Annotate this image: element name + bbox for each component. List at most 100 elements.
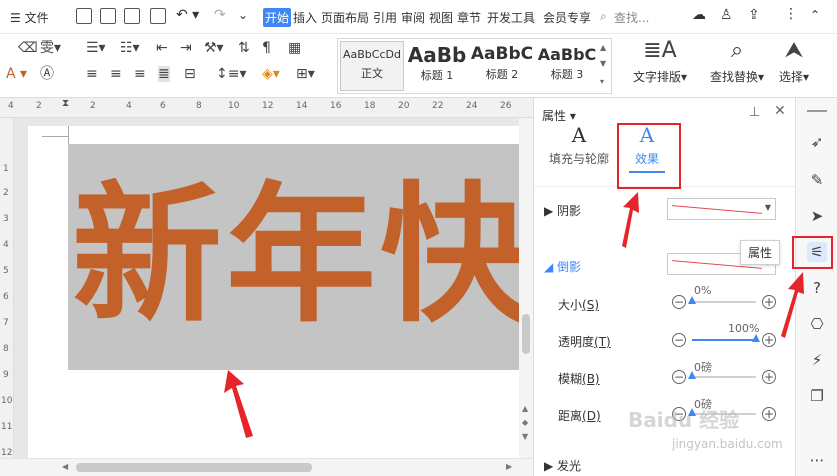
line-spacing-icon[interactable]: ↕≡▾ [216,66,247,82]
style-heading-2[interactable]: AaBbC 标题 2 [470,41,534,91]
align-left-icon[interactable]: ≡ [86,66,98,82]
indent-icon[interactable]: ⇤ [156,40,168,56]
tab-start[interactable]: 开始 [263,8,292,27]
document-page[interactable]: 新年快乐 [28,126,519,466]
prev-page-icon[interactable]: ◆ [522,418,528,427]
size-slider[interactable]: − 0% + [672,284,776,312]
scroll-right-icon[interactable]: ▶ [506,462,512,471]
file-menu[interactable]: ☰ 文件 [10,9,49,26]
bullet-list-icon[interactable]: ☰▾ [86,40,106,56]
blur-slider[interactable]: − 0磅 + [672,361,776,387]
more-icon[interactable]: ⌄ [238,8,248,22]
print-icon[interactable] [124,8,140,24]
chinese-layout-icon[interactable]: ⚒▾ [204,40,224,56]
shadow-dropdown[interactable]: ▼ [667,198,776,220]
print-preview-icon[interactable] [100,8,116,24]
clear-format-icon[interactable]: ⌫ [18,40,38,56]
slider-knob[interactable] [688,296,696,304]
cloud-icon[interactable]: ☁ [692,7,706,23]
align-right-icon[interactable]: ≡ [134,66,146,82]
search-box[interactable]: 查找... [614,9,649,26]
scroll-up-icon[interactable]: ▲ [522,404,528,413]
slider-track[interactable] [692,301,756,303]
more-dots-icon[interactable]: ⋯ [807,450,827,470]
vertical-scroll-thumb[interactable] [522,314,530,354]
more-options-icon[interactable]: ⋮ [784,6,798,22]
vertical-ruler[interactable]: 1 2 3 4 5 6 7 8 9 10 11 12 [0,118,14,458]
increase-icon[interactable]: + [762,295,776,309]
search-icon[interactable]: ⌕ [600,9,607,24]
indent-marker-icon[interactable]: ⧗ [62,98,72,116]
help-icon[interactable]: ? [807,278,827,298]
scroll-left-icon[interactable]: ◀ [62,462,68,471]
share-icon[interactable]: ⇪ [748,7,760,23]
tab-review[interactable]: 审阅 [401,9,425,26]
increase-icon[interactable]: + [762,407,776,421]
increase-icon[interactable]: + [762,333,776,347]
panel-title[interactable]: 属性 ▾ [542,107,576,124]
decrease-icon[interactable]: − [672,295,686,309]
tab-chapter[interactable]: 章节 [457,9,481,26]
save-icon[interactable] [76,8,92,24]
redo-icon[interactable]: ↷ [214,7,226,23]
style-heading-3[interactable]: AaBbC 标题 3 [536,41,598,91]
tab-reference[interactable]: 引用 [373,9,397,26]
table-icon[interactable]: ▦ [288,40,301,56]
gallery-scroll-up-icon[interactable]: ▲ [600,43,606,52]
document-canvas[interactable]: 新年快乐 [14,118,519,466]
outdent-icon[interactable]: ⇥ [180,40,192,56]
numbered-list-icon[interactable]: ☷▾ [120,40,140,56]
decrease-icon[interactable]: − [672,333,686,347]
section-shadow[interactable]: ▶ 阴影 [544,202,581,219]
align-center-icon[interactable]: ≡ [110,66,122,82]
tab-developer[interactable]: 开发工具 [487,9,535,26]
increase-icon[interactable]: + [762,370,776,384]
pen-icon[interactable]: ✎ [807,170,827,190]
headline-text[interactable]: 新年快乐 [72,156,519,356]
select-button[interactable]: ⮝ 选择▾ [774,38,814,85]
tab-member[interactable]: 会员专享 [543,9,591,26]
next-page-icon[interactable]: ▼ [522,432,528,441]
ai-icon[interactable]: ⎔ [807,314,827,334]
char-border-icon[interactable]: Ⓐ [40,66,54,82]
gallery-scroll-down-icon[interactable]: ▼ [600,59,606,68]
transparency-slider[interactable]: − 100% + [672,322,776,350]
lightning-icon[interactable]: ⚡ [807,350,827,370]
horizontal-scroll-thumb[interactable] [76,463,312,472]
font-color-icon[interactable]: A ▾ [6,66,27,82]
pinyin-icon[interactable]: 雯▾ [40,40,61,56]
style-heading-1[interactable]: AaBb 标题 1 [406,41,468,91]
section-reflection[interactable]: ◢ 倒影 [544,258,581,275]
tab-fill-outline[interactable]: A 填充与轮廓 [544,124,614,167]
pin-icon[interactable]: ⊥ [749,105,760,120]
find-replace-button[interactable]: ⌕ 查找替换▾ [706,38,768,85]
border-icon[interactable]: ⊞▾ [296,66,315,82]
justify-icon[interactable]: ≣ [158,66,170,82]
tab-view[interactable]: 视图 [429,9,453,26]
section-glow[interactable]: ▶ 发光 [544,457,581,474]
close-icon[interactable]: ✕ [774,103,786,119]
decrease-icon[interactable]: − [672,370,686,384]
slider-knob[interactable] [752,334,760,342]
horizontal-ruler[interactable]: 4 2 ⧗ 2 4 6 8 10 12 14 16 18 20 22 24 26 [0,98,533,118]
slider-track[interactable] [692,339,756,341]
collaborate-icon[interactable]: ♙ [720,7,733,23]
show-marks-icon[interactable]: ¶ [262,40,271,56]
tab-page-layout[interactable]: 页面布局 [321,9,369,26]
book-icon[interactable]: ❐ [807,386,827,406]
collapse-ribbon-icon[interactable]: ⌃ [810,8,820,22]
distribute-icon[interactable]: ⊟ [184,66,196,82]
find-icon[interactable] [150,8,166,24]
text-layout-button[interactable]: ≣A 文字排版▾ [628,38,692,85]
vertical-scrollbar[interactable]: ▲ ◆ ▼ [519,118,533,458]
rocket-icon[interactable]: ➶ [807,132,827,152]
text-box[interactable]: 新年快乐 [68,144,519,370]
slider-track[interactable] [692,376,756,378]
gallery-expand-icon[interactable]: ▾ [600,77,604,86]
undo-icon[interactable]: ↶ ▾ [176,7,199,23]
shading-icon[interactable]: ◈▾ [262,66,280,82]
tab-insert[interactable]: 插入 [293,9,317,26]
sort-icon[interactable]: ⇅ [238,40,250,56]
style-normal[interactable]: AaBbCcDd 正文 [340,41,404,91]
horizontal-scrollbar[interactable]: ◀ ▶ [0,458,533,476]
